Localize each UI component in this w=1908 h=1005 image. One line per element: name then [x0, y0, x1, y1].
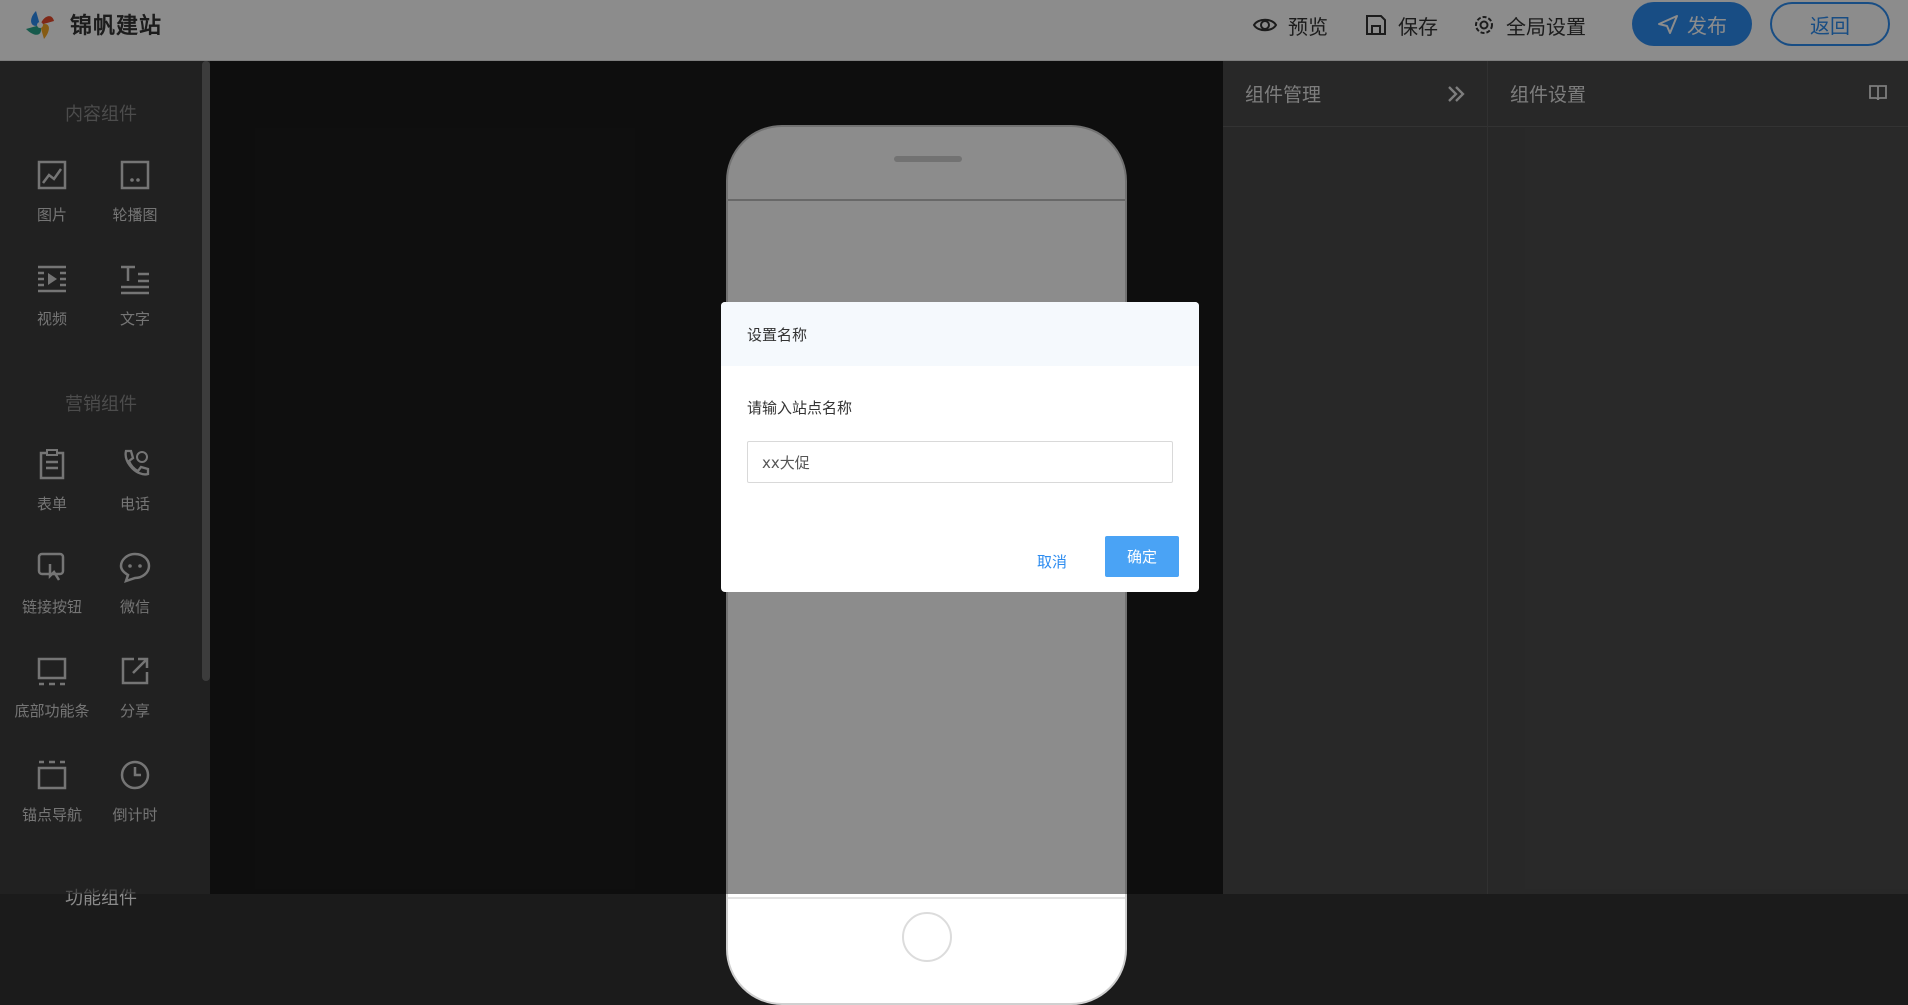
cancel-button[interactable]: 取消	[1027, 550, 1077, 574]
confirm-button[interactable]: 确定	[1105, 536, 1179, 577]
set-name-dialog: 设置名称 请输入站点名称 取消 确定	[721, 302, 1199, 592]
phone-home-button	[902, 912, 952, 962]
phone-bottom-divider	[728, 897, 1125, 899]
dialog-title: 设置名称	[721, 302, 1199, 366]
site-name-input[interactable]	[747, 441, 1173, 483]
site-name-label: 请输入站点名称	[747, 399, 853, 417]
